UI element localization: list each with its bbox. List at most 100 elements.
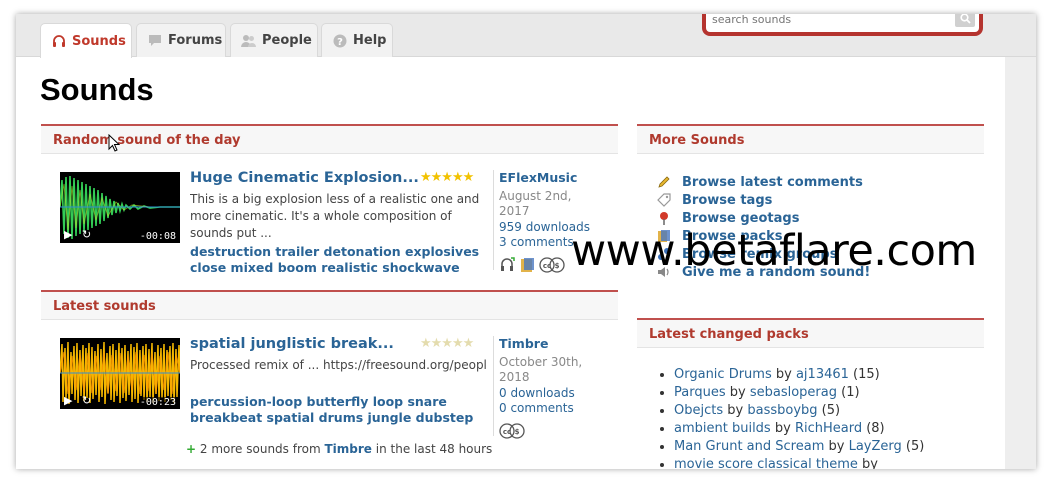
more-suffix: in the last 48 hours [375, 442, 493, 456]
rating-stars: ★★★★★ [420, 170, 474, 185]
author-link[interactable]: Timbre [499, 336, 595, 352]
latest-sound-title[interactable]: spatial junglistic break... [190, 336, 394, 352]
by-label: by [862, 457, 878, 469]
more-author-link[interactable]: Timbre [324, 442, 371, 456]
plus-icon: + [186, 442, 197, 456]
pack-icon [519, 257, 535, 273]
loop-icon[interactable]: ↻ [82, 394, 91, 407]
pack-count: (8) [866, 421, 885, 436]
search-box [702, 14, 983, 36]
user-link[interactable]: aj13461 [796, 367, 849, 382]
pack-count: (5) [905, 439, 925, 454]
upload-date: August 2nd, 2017 [499, 188, 572, 219]
latest-packs-list: Organic Drums by aj13461 (15) Parques by… [674, 366, 924, 469]
tab-help[interactable]: ? Help [321, 23, 393, 57]
latest-sound-tags[interactable]: percussion-loop butterfly loop snare bre… [190, 394, 490, 426]
pack-count: (1) [841, 385, 860, 400]
browser-viewport: Sounds Forums People ? Help Sounds Rando… [16, 14, 1036, 469]
list-item: Man Grunt and Scream by LayZerg (5) [674, 438, 924, 456]
mouse-cursor-icon [108, 133, 121, 156]
link-label: Browse geotags [682, 210, 800, 226]
tab-label: Forums [168, 33, 223, 48]
tab-label: People [262, 33, 312, 48]
rating-stars: ★★★★★ [420, 336, 474, 351]
map-pin-icon [656, 211, 672, 225]
time-remaining: -00:08 [138, 231, 177, 242]
upload-date: October 30th, 2018 [499, 354, 583, 385]
latest-sound-description: Processed remix of ... https://freesound… [190, 358, 486, 372]
tab-label: Sounds [72, 33, 126, 49]
watermark-text: www.betaflare.com [571, 226, 977, 276]
pack-link[interactable]: Obejcts [674, 403, 723, 418]
more-sounds-from-user: + 2 more sounds from Timbre in the last … [186, 442, 492, 456]
svg-text:cc: cc [503, 428, 511, 436]
pack-link[interactable]: Organic Drums [674, 367, 772, 382]
pack-link[interactable]: ambient builds [674, 421, 771, 436]
help-icon: ? [332, 33, 347, 48]
tab-forums[interactable]: Forums [136, 23, 226, 57]
downloads-link[interactable]: 0 downloads [499, 386, 595, 402]
user-link[interactable]: RichHeard [795, 421, 862, 436]
user-link[interactable]: bassboybg [747, 403, 817, 418]
more-sounds-heading: More Sounds [637, 124, 984, 154]
list-item: ambient builds by RichHeard (8) [674, 420, 924, 438]
svg-text:cc: cc [543, 262, 551, 270]
tag-icon [656, 193, 672, 207]
latest-sounds-heading: Latest sounds [41, 290, 618, 320]
pack-count: (15) [853, 367, 880, 382]
headphones-icon [51, 34, 66, 49]
latest-sound-waveform[interactable]: ▶ ↻ -00:23 [60, 338, 180, 409]
random-sound-title[interactable]: Huge Cinematic Explosion... [190, 170, 419, 186]
tab-people[interactable]: People [230, 23, 318, 57]
time-remaining: -00:23 [138, 397, 177, 408]
pencil-icon [656, 175, 672, 189]
pack-link[interactable]: movie score classical theme [674, 457, 858, 469]
link-label: Browse latest comments [682, 174, 863, 190]
pack-count: (5) [821, 403, 841, 418]
by-label: by [828, 439, 845, 454]
list-item: Obejcts by bassboybg (5) [674, 402, 924, 420]
by-label: by [775, 367, 792, 382]
svg-text:$: $ [555, 262, 560, 270]
random-sound-description: This is a big explosion less of a realis… [190, 192, 480, 240]
page-gutter [1005, 57, 1036, 469]
play-icon[interactable]: ▶ [64, 228, 72, 241]
browse-geotags-link[interactable]: Browse geotags [656, 209, 870, 227]
link-label: Browse tags [682, 192, 773, 208]
list-item: Organic Drums by aj13461 (15) [674, 366, 924, 384]
list-item: movie score classical theme by [674, 456, 924, 469]
pack-link[interactable]: Parques [674, 385, 726, 400]
tab-label: Help [353, 33, 387, 48]
svg-text:?: ? [337, 37, 343, 48]
browse-tags-link[interactable]: Browse tags [656, 191, 870, 209]
latest-sound-meta: Timbre October 30th, 2018 0 downloads 0 … [493, 336, 595, 439]
list-item: Parques by sebasloperag (1) [674, 384, 924, 402]
tab-sounds[interactable]: Sounds [40, 23, 132, 58]
pack-link[interactable]: Man Grunt and Scream [674, 439, 824, 454]
by-label: by [727, 403, 744, 418]
latest-packs-heading: Latest changed packs [637, 318, 984, 348]
play-icon[interactable]: ▶ [64, 394, 72, 407]
chat-icon [147, 33, 162, 48]
search-button[interactable] [955, 14, 975, 27]
license-icon: cc $ [539, 256, 565, 273]
more-prefix: 2 more sounds from [199, 442, 321, 456]
svg-text:$: $ [515, 428, 520, 436]
browse-comments-link[interactable]: Browse latest comments [656, 173, 870, 191]
user-link[interactable]: LayZerg [849, 439, 902, 454]
by-label: by [729, 385, 746, 400]
download-geotag-icon [499, 256, 515, 273]
user-link[interactable]: sebasloperag [750, 385, 837, 400]
license-icon: cc $ [499, 422, 525, 439]
people-icon [241, 33, 256, 48]
by-label: by [774, 421, 791, 436]
author-link[interactable]: EFlexMusic [499, 170, 595, 186]
loop-icon[interactable]: ↻ [82, 228, 91, 241]
search-icon [959, 14, 971, 28]
page-title: Sounds [40, 72, 154, 107]
search-input[interactable] [712, 14, 948, 28]
comments-link[interactable]: 0 comments [499, 401, 595, 417]
random-sound-tags[interactable]: destruction trailer detonation explosive… [190, 244, 490, 276]
random-sound-waveform[interactable]: ▶ ↻ -00:08 [60, 172, 180, 243]
random-sound-heading: Random sound of the day [41, 124, 618, 154]
